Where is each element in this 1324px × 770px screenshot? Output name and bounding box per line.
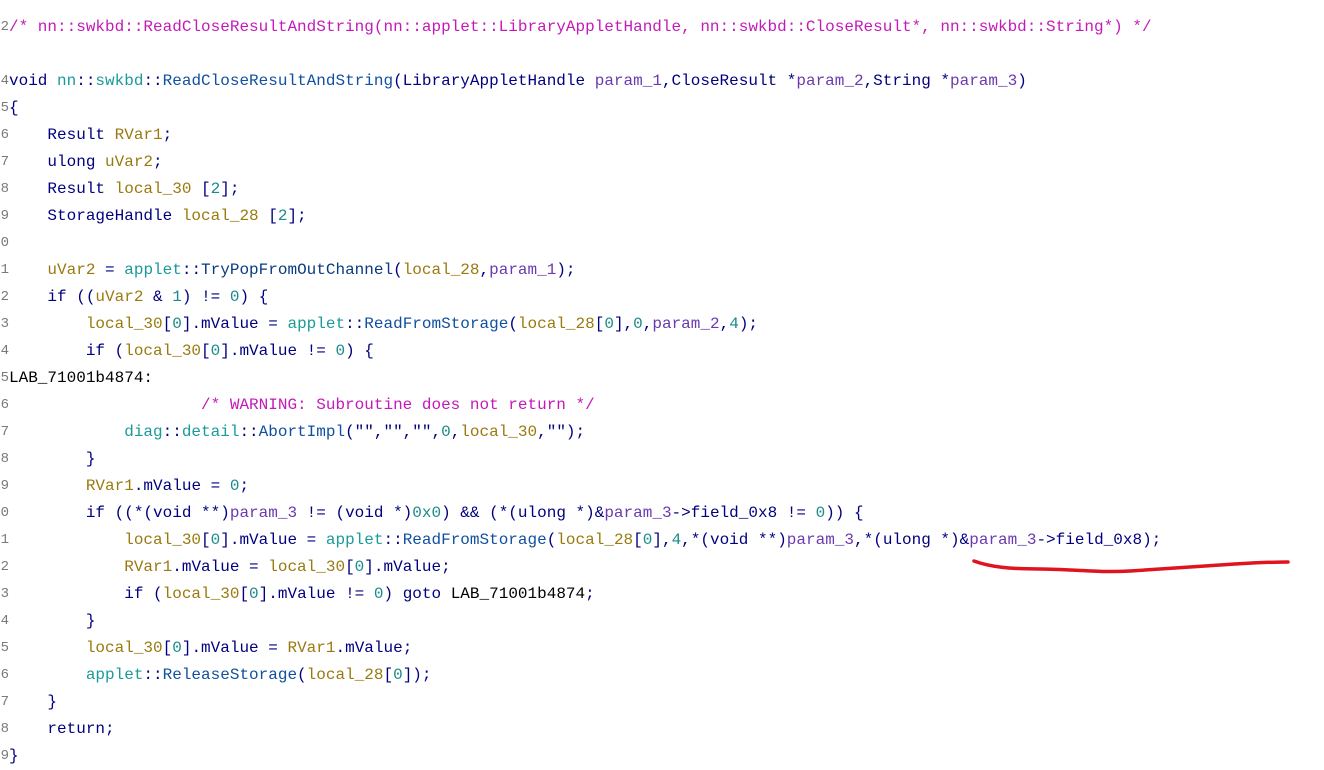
underline-stroke [972,559,1290,574]
red-underline-annotation [972,559,1290,574]
